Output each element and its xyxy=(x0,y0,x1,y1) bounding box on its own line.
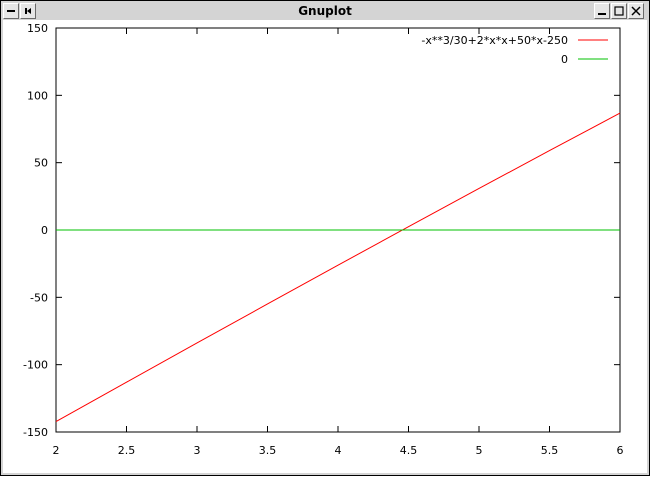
window-title: Gnuplot xyxy=(3,3,647,19)
y-tick-label: 150 xyxy=(27,22,48,35)
close-icon[interactable] xyxy=(628,3,644,19)
x-tick-label: 5.5 xyxy=(541,444,559,457)
y-tick-label: -100 xyxy=(23,359,48,372)
plot-canvas[interactable]: 2 2.5 3 3.5 4 4.5 5 5.5 6 -150 -100 -50 0 50 100 150 -x*… xyxy=(3,20,647,473)
legend-label-0: -x**3/30+2*x*x+50*x-250 xyxy=(421,34,568,47)
chart-svg: 2 2.5 3 3.5 4 4.5 5 5.5 6 -150 -100 -50 0 50 100 150 -x*… xyxy=(3,20,647,473)
x-tick-label: 3 xyxy=(194,444,201,457)
x-tick-label: 4.5 xyxy=(400,444,418,457)
minimize-icon[interactable] xyxy=(594,3,610,19)
series-line-0 xyxy=(56,113,620,421)
y-tick-label: 0 xyxy=(41,224,48,237)
y-tick-label: 100 xyxy=(27,89,48,102)
legend-label-1: 0 xyxy=(561,53,568,66)
y-tick-label: -150 xyxy=(23,426,48,439)
x-tick-label: 4 xyxy=(335,444,342,457)
x-tick-label: 2.5 xyxy=(118,444,136,457)
x-tick-label: 3.5 xyxy=(259,444,277,457)
x-tick-label: 6 xyxy=(617,444,624,457)
title-bar[interactable]: Gnuplot xyxy=(3,3,647,19)
maximize-icon[interactable] xyxy=(611,3,627,19)
x-tick-label: 5 xyxy=(476,444,483,457)
gnuplot-window: Gnuplot 2 2.5 3 3.5 4 4.5 5 5.5 6 -150 -100 -50 0 50 1… xyxy=(0,0,650,476)
x-tick-label: 2 xyxy=(53,444,60,457)
y-tick-label: -50 xyxy=(30,291,48,304)
y-tick-label: 50 xyxy=(34,157,48,170)
